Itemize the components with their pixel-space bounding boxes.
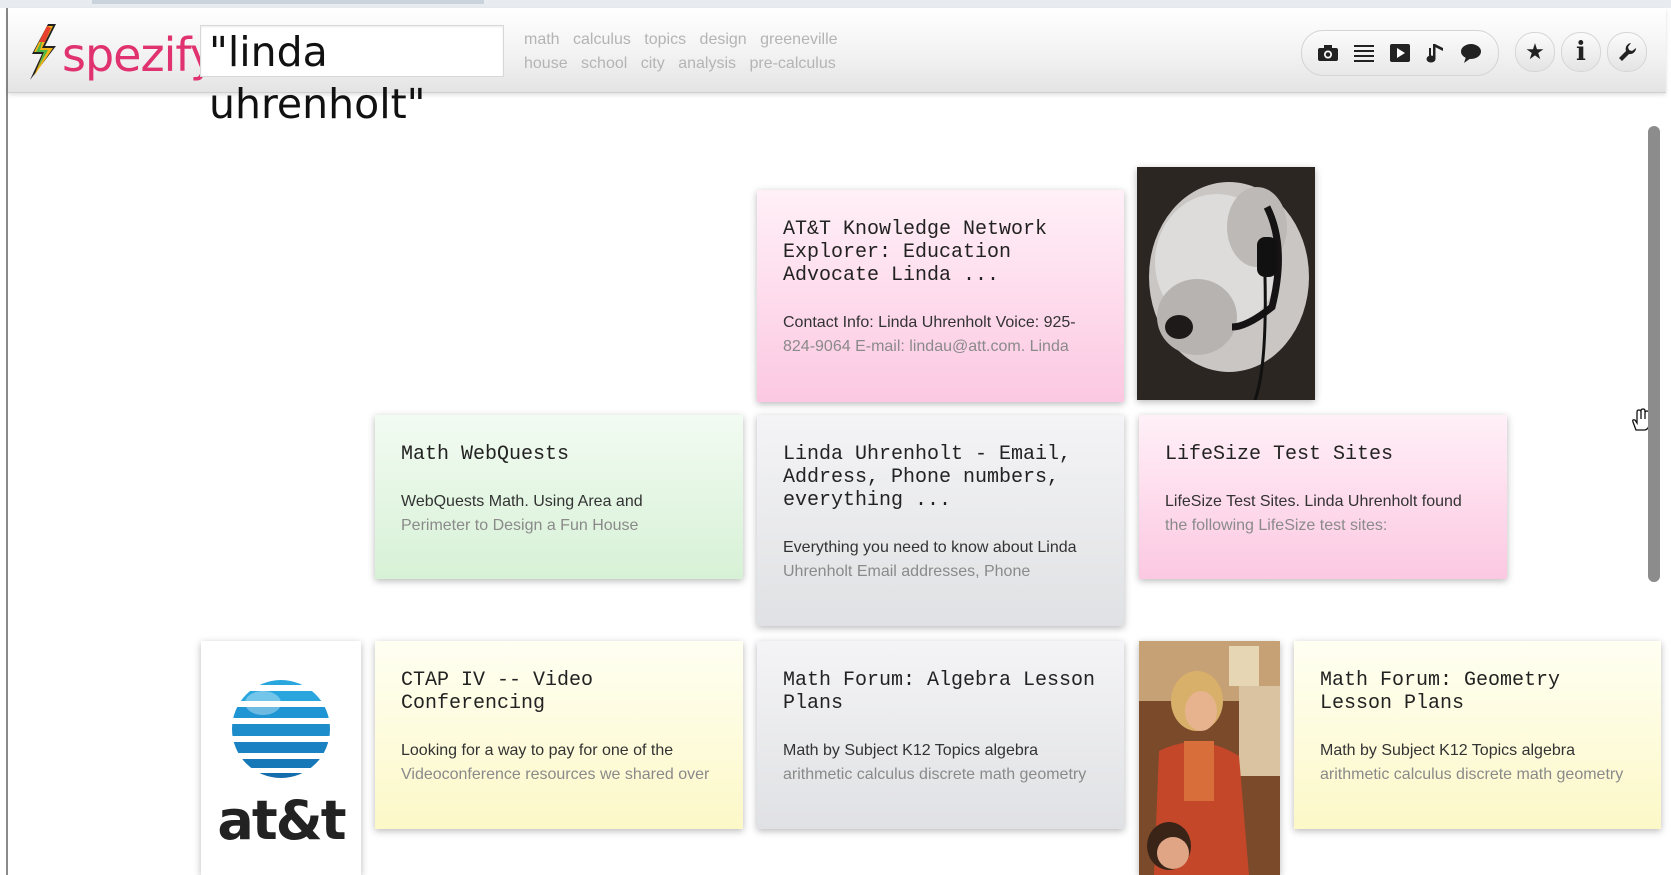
card-snippet: Math by Subject K12 Topics algebra arith… — [783, 739, 1098, 787]
teacher-with-student-photo — [1139, 641, 1280, 875]
snippet-line-2: Perimeter to Design a Fun House — [401, 517, 639, 534]
tag-design[interactable]: design — [700, 31, 747, 48]
card-title: LifeSize Test Sites — [1165, 443, 1394, 466]
tag-analysis[interactable]: analysis — [678, 55, 736, 72]
card-snippet: LifeSize Test Sites. Linda Uhrenholt fou… — [1165, 490, 1481, 538]
vertical-scrollbar[interactable] — [1648, 126, 1660, 582]
info-icon: i — [1576, 37, 1586, 67]
result-card-ctap[interactable]: CTAP IV -- Video Conferencing Looking fo… — [375, 641, 743, 829]
video-play-icon[interactable] — [1388, 41, 1412, 65]
snippet-line-2: 824-9064 E-mail: lindau@att.com. Linda — [783, 338, 1069, 355]
image-dog-headset[interactable] — [1137, 167, 1315, 400]
media-filter-bar — [1301, 30, 1499, 76]
tag-house[interactable]: house — [524, 55, 568, 72]
related-tags: math calculus topics design greeneville … — [524, 28, 884, 76]
snippet-line-2: arithmetic calculus discrete math geomet… — [1320, 766, 1624, 783]
snippet-line-1: LifeSize Test Sites. Linda Uhrenholt fou… — [1165, 493, 1462, 510]
tag-pre-calculus[interactable]: pre-calculus — [749, 55, 835, 72]
speech-bubble-icon[interactable] — [1459, 41, 1483, 65]
scrollbar-thumb[interactable] — [1648, 126, 1660, 582]
tag-calculus[interactable]: calculus — [573, 31, 631, 48]
card-snippet: Math by Subject K12 Topics algebra arith… — [1320, 739, 1635, 787]
tag-greeneville[interactable]: greeneville — [760, 31, 837, 48]
card-snippet: Contact Info: Linda Uhrenholt Voice: 925… — [783, 311, 1098, 359]
snippet-line-1: Looking for a way to pay for one of the — [401, 742, 674, 759]
list-icon[interactable] — [1352, 41, 1376, 65]
att-logo-text: at&t — [217, 789, 346, 852]
result-card-math-webquests[interactable]: Math WebQuests WebQuests Math. Using Are… — [375, 415, 743, 579]
card-title: AT&T Knowledge Network Explorer: Educati… — [783, 218, 1048, 287]
info-button[interactable]: i — [1561, 32, 1601, 72]
settings-button[interactable] — [1607, 32, 1647, 72]
result-card-lifesize[interactable]: LifeSize Test Sites LifeSize Test Sites.… — [1139, 415, 1507, 579]
tag-math[interactable]: math — [524, 31, 560, 48]
card-title: Linda Uhrenholt - Email, Address, Phone … — [783, 443, 1072, 512]
result-card-algebra[interactable]: Math Forum: Algebra Lesson Plans Math by… — [757, 641, 1124, 829]
snippet-line-1: WebQuests Math. Using Area and — [401, 493, 643, 510]
snippet-line-2: Videoconference resources we shared over — [401, 766, 710, 783]
card-title: Math WebQuests — [401, 443, 570, 466]
image-att-logo[interactable]: at&t — [201, 641, 361, 875]
card-title: Math Forum: Geometry Lesson Plans — [1320, 669, 1561, 715]
result-card-geometry[interactable]: Math Forum: Geometry Lesson Plans Math b… — [1294, 641, 1661, 829]
snippet-line-1: Math by Subject K12 Topics algebra — [783, 742, 1038, 759]
tag-topics[interactable]: topics — [644, 31, 686, 48]
lightning-bolt-icon — [30, 24, 56, 80]
snippet-line-2: arithmetic calculus discrete math geomet… — [783, 766, 1087, 783]
card-snippet: Looking for a way to pay for one of the … — [401, 739, 717, 787]
favorites-button[interactable]: ★ — [1515, 32, 1555, 72]
window-accent — [92, 0, 484, 4]
card-snippet: WebQuests Math. Using Area and Perimeter… — [401, 490, 717, 538]
tag-school[interactable]: school — [581, 55, 627, 72]
snippet-line-1: Contact Info: Linda Uhrenholt Voice: 925… — [783, 314, 1076, 331]
window-left-border — [6, 8, 8, 875]
music-note-icon[interactable] — [1424, 41, 1448, 65]
camera-icon[interactable] — [1316, 41, 1340, 65]
card-title: Math Forum: Algebra Lesson Plans — [783, 669, 1096, 715]
snippet-line-1: Everything you need to know about Linda — [783, 539, 1077, 556]
star-icon: ★ — [1525, 39, 1545, 65]
tags-row-1: math calculus topics design greeneville — [524, 28, 884, 52]
header-bar: spezify "linda uhrenholt" math calculus … — [8, 8, 1666, 128]
search-query-box[interactable]: "linda uhrenholt" — [200, 25, 504, 128]
result-card-linda-email[interactable]: Linda Uhrenholt - Email, Address, Phone … — [757, 415, 1124, 626]
browser-top-edge — [0, 0, 1671, 8]
logo-text: spezify — [62, 28, 217, 82]
wrench-icon — [1619, 43, 1637, 61]
card-title: CTAP IV -- Video Conferencing — [401, 669, 594, 715]
tag-city[interactable]: city — [641, 55, 665, 72]
snippet-line-2: the following LifeSize test sites: — [1165, 517, 1388, 534]
dog-with-headset-photo — [1137, 167, 1315, 400]
snippet-line-1: Math by Subject K12 Topics algebra — [1320, 742, 1575, 759]
image-teacher-student[interactable] — [1139, 641, 1280, 875]
snippet-line-2: Uhrenholt Email addresses, Phone — [783, 563, 1031, 580]
spezify-logo[interactable]: spezify — [26, 24, 217, 82]
tags-row-2: house school city analysis pre-calculus — [524, 52, 884, 76]
result-card-att-knowledge[interactable]: AT&T Knowledge Network Explorer: Educati… — [757, 190, 1124, 402]
card-snippet: Everything you need to know about Linda … — [783, 536, 1098, 584]
